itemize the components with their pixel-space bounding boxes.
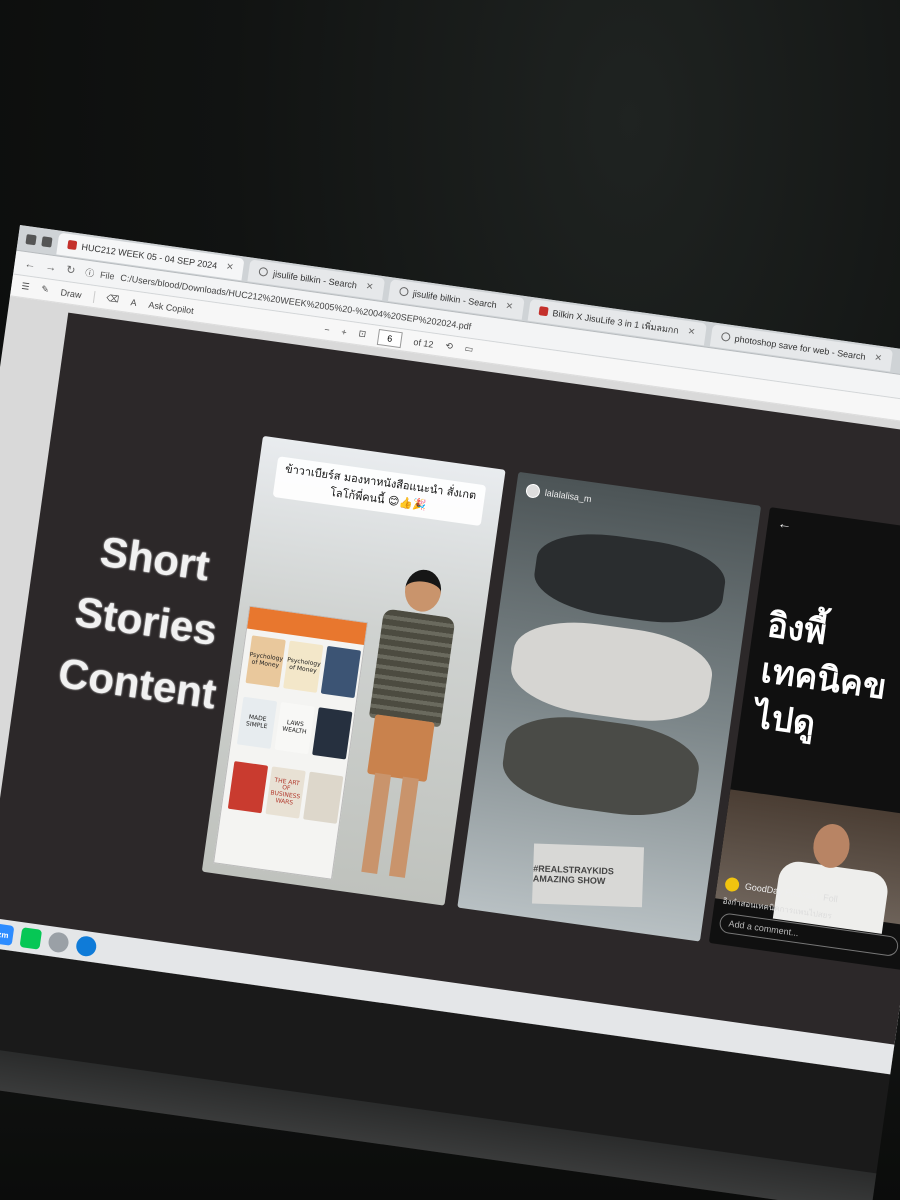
- book-cover: THE ART OF BUSINESS WARS: [265, 766, 306, 819]
- rotate-icon[interactable]: ⟲: [445, 340, 454, 352]
- tab-label: jisulife bilkin - Search: [412, 287, 498, 310]
- story-bookstore: ข้าวาเบียร์ส มองหาหนังสือแนะนำ สั่งเกตโล…: [201, 435, 506, 906]
- screen: HUC212 WEEK 05 - 04 SEP 2024 ✕ jisulife …: [0, 225, 900, 1075]
- url-scheme-label: File: [99, 269, 116, 282]
- story-header: lalalalisa_m: [525, 483, 592, 506]
- forward-icon[interactable]: →: [45, 261, 58, 274]
- zoom-icon[interactable]: zm: [0, 923, 15, 946]
- eraser-icon[interactable]: ⌫: [106, 293, 120, 306]
- menu-icon[interactable]: ☰: [21, 281, 30, 293]
- page-total: of 12: [412, 336, 435, 350]
- app-icon[interactable]: [47, 931, 70, 954]
- group-members: [498, 707, 704, 825]
- search-icon: [720, 331, 731, 342]
- person-head: [402, 567, 444, 614]
- book-cover: Psychology of Money: [245, 635, 286, 688]
- group-members: [506, 613, 717, 731]
- group-members: [530, 525, 730, 632]
- info-icon: ⓘ: [84, 267, 95, 279]
- search-icon: [258, 266, 269, 277]
- pdf-icon: [67, 239, 78, 251]
- search-icon: [398, 286, 409, 297]
- book-cover: [303, 771, 344, 824]
- draw-icon[interactable]: ✎: [41, 284, 50, 296]
- close-icon[interactable]: ✕: [874, 352, 883, 364]
- story-username[interactable]: lalalalisa_m: [544, 488, 592, 504]
- read-aloud-icon[interactable]: A: [130, 297, 137, 308]
- book-cover: [320, 645, 362, 699]
- copilot-button[interactable]: Ask Copilot: [148, 299, 194, 315]
- monitor: HUC212 WEEK 05 - 04 SEP 2024 ✕ jisulife …: [0, 225, 900, 1200]
- window-menu-icon[interactable]: [25, 233, 37, 245]
- zoom-out-icon[interactable]: −: [324, 324, 331, 335]
- avatar[interactable]: [724, 876, 741, 893]
- show-banner: #REALSTRAYKIDS AMAZING SHOW: [531, 843, 645, 908]
- person-figure: [342, 564, 466, 892]
- bookshelf: Psychology of Money Psychology of Money …: [213, 605, 369, 880]
- toolbar-divider: [92, 290, 96, 303]
- story-group-photo: lalalalisa_m #REALSTRAYKIDS AMAZING SHOW: [457, 471, 762, 942]
- pdf-icon: [538, 306, 549, 317]
- book-row: THE ART OF BUSINESS WARS: [227, 761, 344, 824]
- person-leg: [361, 772, 392, 875]
- close-icon[interactable]: ✕: [505, 300, 514, 312]
- tab-actions-icon[interactable]: [41, 235, 53, 248]
- book-cover: LAWS WEALTH: [274, 701, 315, 755]
- slide-title: Short Stories Content: [34, 513, 258, 728]
- close-icon[interactable]: ✕: [225, 261, 235, 273]
- close-icon[interactable]: ✕: [365, 281, 374, 293]
- back-icon[interactable]: ←: [24, 258, 37, 271]
- page-number-input[interactable]: [376, 328, 403, 348]
- show-banner-text: #REALSTRAYKIDS AMAZING SHOW: [532, 863, 615, 886]
- avatar[interactable]: [525, 483, 541, 499]
- person-shirt: [368, 608, 456, 728]
- back-arrow-icon[interactable]: ←: [777, 514, 793, 532]
- person-leg: [389, 776, 419, 878]
- tab-label: jisulife bilkin - Search: [272, 268, 358, 290]
- book-cover: MADE SIMPLE: [236, 696, 278, 749]
- follow-button[interactable]: Foll: [823, 892, 839, 904]
- book-cover: [227, 761, 269, 814]
- page-view-icon[interactable]: ▭: [464, 343, 474, 355]
- book-row: MADE SIMPLE LAWS WEALTH: [236, 696, 353, 760]
- story-headline: อิงพี้ เทคนิคข ไปดู: [752, 603, 896, 757]
- story-caption: ข้าวาเบียร์ส มองหาหนังสือแนะนำ สั่งเกตโล…: [272, 456, 487, 527]
- fit-page-icon[interactable]: ⊡: [358, 328, 367, 340]
- edge-icon[interactable]: [74, 934, 98, 958]
- book-cover: [312, 707, 353, 760]
- zoom-in-icon[interactable]: +: [341, 326, 348, 337]
- line-icon[interactable]: [19, 927, 43, 950]
- book-cover: Psychology of Money: [283, 640, 324, 693]
- person-shorts: [367, 714, 435, 782]
- draw-button[interactable]: Draw: [60, 287, 82, 300]
- refresh-icon[interactable]: ↻: [65, 263, 76, 277]
- host-face: [810, 821, 853, 871]
- book-row: Psychology of Money Psychology of Money: [245, 635, 362, 699]
- close-icon[interactable]: ✕: [687, 326, 696, 338]
